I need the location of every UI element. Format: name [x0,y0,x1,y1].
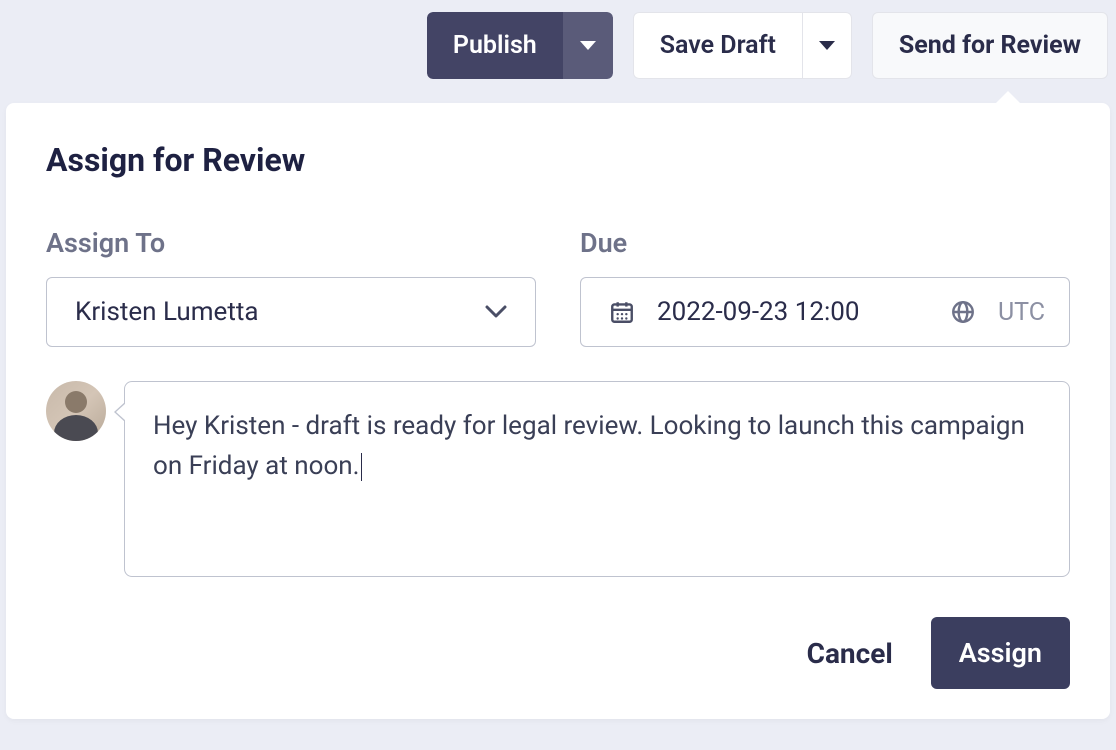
assign-to-select[interactable]: Kristen Lumetta [46,277,536,347]
toolbar: Publish Save Draft Send for Review [0,0,1116,79]
assign-button[interactable]: Assign [931,617,1070,689]
calendar-icon [609,299,635,325]
publish-dropdown-button[interactable] [563,12,613,79]
send-for-review-button[interactable]: Send for Review [872,12,1108,79]
caret-down-icon [819,41,835,50]
chevron-down-icon [485,305,507,319]
globe-icon [950,299,976,325]
assign-to-value: Kristen Lumetta [75,297,485,327]
panel-title: Assign for Review [46,141,1070,179]
comment-input[interactable]: Hey Kristen - draft is ready for legal r… [124,381,1070,577]
save-draft-button[interactable]: Save Draft [633,12,802,79]
cancel-button[interactable]: Cancel [807,637,893,670]
due-input[interactable]: 2022-09-23 12:00 UTC [580,277,1070,347]
due-label: Due [580,227,1070,259]
form-row: Assign To Kristen Lumetta Due [46,227,1070,347]
save-draft-dropdown-button[interactable] [802,12,852,79]
timezone-label: UTC [998,298,1045,327]
assign-to-group: Assign To Kristen Lumetta [46,227,536,347]
publish-button[interactable]: Publish [427,12,563,79]
avatar [46,381,106,441]
text-cursor [361,453,363,481]
comment-row: Hey Kristen - draft is ready for legal r… [46,381,1070,577]
panel-footer: Cancel Assign [46,617,1070,689]
assign-review-panel: Assign for Review Assign To Kristen Lume… [6,103,1110,719]
due-group: Due 2022-09-23 12:00 [580,227,1070,347]
assign-to-label: Assign To [46,227,536,259]
save-draft-group: Save Draft [633,12,852,79]
publish-group: Publish [427,12,613,79]
caret-down-icon [580,41,596,50]
due-value: 2022-09-23 12:00 [657,297,928,327]
comment-text: Hey Kristen - draft is ready for legal r… [153,411,1025,481]
